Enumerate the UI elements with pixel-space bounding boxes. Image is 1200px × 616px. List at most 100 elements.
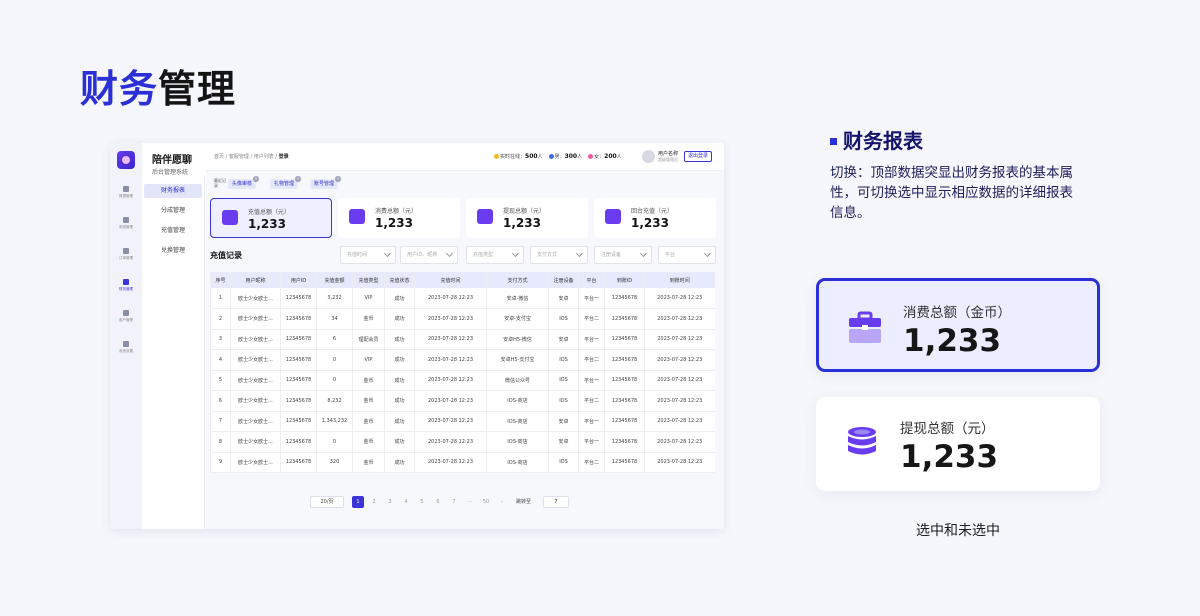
page-button[interactable]: 6 xyxy=(432,496,444,508)
table-cell: 安卓-支付宝 xyxy=(486,308,549,330)
breadcrumb-item[interactable]: 客服管理 xyxy=(229,154,249,160)
page-button[interactable]: ··· xyxy=(464,496,476,508)
online-stats: 实时在线：500人 男：300人 女：200人 xyxy=(494,153,628,160)
page-button[interactable]: 3 xyxy=(384,496,396,508)
submenu-item[interactable]: 充值管理 xyxy=(144,224,202,238)
table-cell: 金币 xyxy=(352,390,385,412)
filter-placeholder: 平台 xyxy=(665,252,676,258)
stat-unit: 人 xyxy=(537,154,543,160)
page-button[interactable]: 50 xyxy=(480,496,492,508)
filter-placeholder: 用户ID、昵称 xyxy=(407,252,438,258)
selected-card-example[interactable]: 消费总额（金币） 1,233 xyxy=(816,278,1100,372)
platform-select[interactable]: 平台 xyxy=(658,246,716,264)
filter-placeholder: 注册设备 xyxy=(601,252,622,258)
page-button[interactable]: 5 xyxy=(416,496,428,508)
unselected-card-value: 1,233 xyxy=(900,439,999,475)
page-button[interactable]: › xyxy=(496,496,508,508)
rail-item[interactable]: 财务管理 xyxy=(110,276,142,302)
logout-button[interactable]: 退出登录 xyxy=(684,151,712,162)
table-row[interactable]: 3 欧士少女欧士... 12345678 6 理配会员 成功 2023-07-28 12:2… xyxy=(210,329,715,350)
icon-rail: 数据管理系统管理订单管理财务管理用户管理系统设置 xyxy=(110,143,142,529)
column-header: 到账ID xyxy=(604,272,645,288)
filter-placeholder: 充值类型 xyxy=(473,252,494,258)
summary-card-value: 1,233 xyxy=(631,216,669,230)
breadcrumb-home[interactable]: 首页 xyxy=(214,154,224,160)
table-cell: 2023-07-28 12:23 xyxy=(644,370,715,391)
table-cell: 成功 xyxy=(384,431,415,453)
summary-card[interactable]: 回台充值（元） 1,233 xyxy=(594,198,716,238)
summary-card[interactable]: 充值总额（元） 1,233 xyxy=(210,198,332,238)
section-description: 切换：顶部数据突显出财务报表的基本属性，可切换选中显示相应数据的详细报表信息。 xyxy=(830,165,1073,221)
submenu-item[interactable]: 分成管理 xyxy=(144,204,202,218)
table-cell: 欧士少女欧士... xyxy=(230,288,281,309)
rail-item[interactable]: 用户管理 xyxy=(110,307,142,333)
search-input[interactable]: 用户ID、昵称 xyxy=(400,246,458,264)
recent-tag[interactable]: 账号管理 × xyxy=(310,176,342,189)
table-cell: 金币 xyxy=(352,308,385,330)
table-row[interactable]: 2 欧士少女欧士... 12345678 34 金币 成功 2023-07-28 12:23… xyxy=(210,308,715,330)
page-button[interactable]: 4 xyxy=(400,496,412,508)
coins-icon xyxy=(848,427,876,455)
rail-item[interactable]: 系统管理 xyxy=(110,214,142,240)
rail-item[interactable]: 系统设置 xyxy=(110,338,142,364)
user-name: 用户名称 xyxy=(658,151,679,157)
column-header: 平台 xyxy=(578,272,605,288)
summary-card[interactable]: 提现总额（元） 1,233 xyxy=(466,198,588,238)
page-button[interactable]: 7 xyxy=(448,496,460,508)
device-select[interactable]: 注册设备 xyxy=(594,246,652,264)
summary-card[interactable]: 消费总额（元） 1,233 xyxy=(338,198,460,238)
table-row[interactable]: 7 欧士少女欧士... 12345678 1,343,232 金币 成功 2023-07-2… xyxy=(210,411,715,432)
table-cell: 金币 xyxy=(352,411,385,432)
stat-label: 实时在线： xyxy=(500,154,526,160)
close-icon[interactable]: × xyxy=(295,176,302,182)
table-row[interactable]: 8 欧士少女欧士... 12345678 0 金币 成功 2023-07-28 12:23 I… xyxy=(210,431,715,453)
table-cell: 成功 xyxy=(384,452,415,473)
close-icon[interactable]: × xyxy=(335,176,342,182)
avatar[interactable] xyxy=(642,150,655,163)
table-row[interactable]: 4 欧士少女欧士... 12345678 0 VIP 成功 2023-07-28 12:23… xyxy=(210,349,715,371)
table-row[interactable]: 6 欧士少女欧士... 12345678 8,232 金币 成功 2023-07-28 12… xyxy=(210,390,715,412)
recent-label: 最近记录 xyxy=(214,178,226,188)
table-row[interactable]: 1 欧士少女欧士... 12345678 3,232 VIP 成功 2023-07-28 1… xyxy=(210,288,715,309)
payment-select[interactable]: 支付方式 xyxy=(530,246,588,264)
table-cell: IOS-商店 xyxy=(486,431,549,453)
submenu-item[interactable]: 兑换管理 xyxy=(144,244,202,258)
date-filter[interactable]: 充值时间 xyxy=(340,246,396,264)
chevron-down-icon xyxy=(639,249,648,258)
recharge-type-select[interactable]: 充值类型 xyxy=(466,246,524,264)
admin-mockup: 数据管理 系统管理 订单管理 财务管理 用户管理 系统设置 陪伴愿聊 后台管理系统 财务报… xyxy=(110,143,724,529)
table-row[interactable]: 5 欧士少女欧士... 12345678 0 金币 成功 2023-07-28 12:23 微… xyxy=(210,370,715,391)
rail-item[interactable]: 数据管理 xyxy=(110,183,142,209)
user-info[interactable]: 用户名称 超级管理员 xyxy=(642,149,682,165)
table-cell: IOS-商店 xyxy=(486,452,549,473)
table-cell: 成功 xyxy=(384,370,415,391)
submenu-item[interactable]: 财务报表 xyxy=(144,184,202,198)
recent-tag[interactable]: 头像审核 × xyxy=(228,176,260,189)
menu-icon xyxy=(123,279,129,285)
table-cell: 金币 xyxy=(352,370,385,391)
stat-unit: 人 xyxy=(616,154,622,160)
records-table: 序号 用户昵称 用户ID 充值金额 充值类型 充值状态 充值时间 支付方式 注册设备 平台 到账ID… xyxy=(210,272,715,473)
rail-item[interactable]: 订单管理 xyxy=(110,245,142,271)
table-row[interactable]: 9 欧士少女欧士... 12345678 320 金币 成功 2023-07-28 12:2… xyxy=(210,452,715,473)
page-size-select[interactable]: 20/页 xyxy=(310,496,344,508)
breadcrumb-current: 登录 xyxy=(278,154,289,160)
recent-tag-label: 礼物管理 xyxy=(274,181,295,187)
jump-input[interactable]: 7 xyxy=(543,496,569,508)
table-cell: 12345678 xyxy=(604,370,645,391)
page-button[interactable]: 2 xyxy=(368,496,380,508)
table-cell: IOS xyxy=(548,349,579,371)
stat-item: 实时在线：500人 xyxy=(494,153,543,160)
recent-tag[interactable]: 礼物管理 × xyxy=(270,176,302,189)
unselected-card-example[interactable]: 提现总额（元） 1,233 xyxy=(816,397,1100,491)
stat-dot-icon xyxy=(494,154,499,159)
table-cell: 金币 xyxy=(352,452,385,473)
stat-dot-icon xyxy=(548,154,554,159)
menu-icon xyxy=(123,310,129,316)
page-button[interactable]: 1 xyxy=(352,496,364,508)
breadcrumb-item[interactable]: 用户列表 xyxy=(254,154,274,160)
close-icon[interactable]: × xyxy=(253,176,260,182)
selected-card-value: 1,233 xyxy=(903,323,1002,359)
summary-card-value: 1,233 xyxy=(503,216,541,230)
column-header: 充值类型 xyxy=(352,272,385,288)
